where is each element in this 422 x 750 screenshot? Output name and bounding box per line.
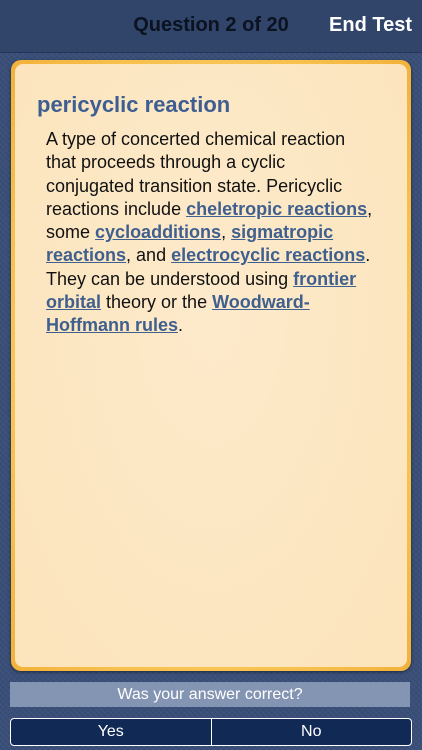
- end-test-button[interactable]: End Test: [329, 14, 412, 37]
- definition-segment: , and: [126, 245, 172, 266]
- link-cycloadditions[interactable]: cycloadditions: [95, 222, 221, 242]
- yes-button[interactable]: Yes: [11, 719, 211, 745]
- answer-buttons: Yes No: [10, 718, 412, 746]
- flashcard-body: pericyclic reaction A type of concerted …: [15, 64, 407, 667]
- top-bar: Question 2 of 20 End Test: [0, 0, 422, 53]
- answer-prompt: Was your answer correct?: [10, 682, 410, 707]
- definition-segment: ,: [221, 222, 232, 243]
- definition-segment: theory or the: [101, 292, 213, 313]
- definition-text: A type of concerted chemical reaction th…: [46, 128, 376, 338]
- link-electrocyclic-reactions[interactable]: electrocyclic reactions: [171, 245, 365, 265]
- no-button[interactable]: No: [210, 719, 412, 745]
- link-cheletropic-reactions[interactable]: cheletropic reactions: [186, 199, 367, 219]
- flashcard: pericyclic reaction A type of concerted …: [11, 60, 411, 671]
- definition-segment: .: [178, 315, 184, 336]
- term-title: pericyclic reaction: [37, 92, 231, 117]
